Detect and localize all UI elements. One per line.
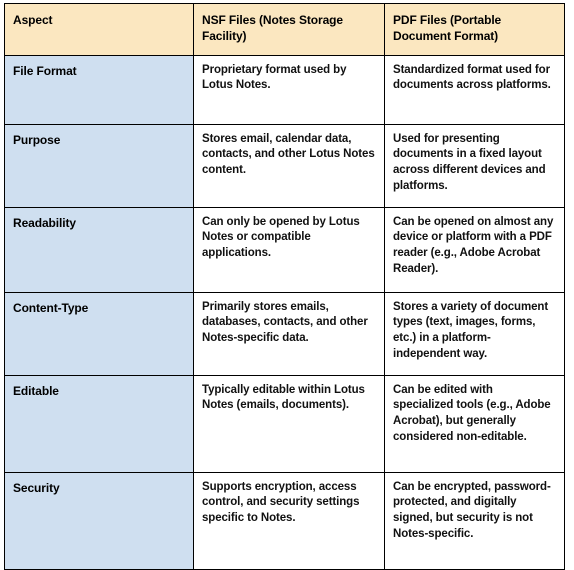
column-header-aspect: Aspect (4, 3, 194, 56)
table-row: Content-Type Primarily stores emails, da… (4, 291, 565, 376)
table-row: Security Supports encryption, access con… (4, 471, 565, 570)
table-row: Readability Can only be opened by Lotus … (4, 206, 565, 293)
table-row: File Format Proprietary format used by L… (4, 54, 565, 125)
cell-nsf: Typically editable within Lotus Notes (e… (193, 374, 385, 473)
cell-nsf: Supports encryption, access control, and… (193, 471, 385, 570)
cell-pdf: Stores a variety of document types (text… (384, 291, 565, 376)
nsf-vs-pdf-comparison-table: Aspect NSF Files (Notes Storage Facility… (4, 3, 565, 570)
cell-pdf: Used for presenting documents in a fixed… (384, 123, 565, 208)
cell-nsf: Stores email, calendar data, contacts, a… (193, 123, 385, 208)
cell-pdf: Can be opened on almost any device or pl… (384, 206, 565, 293)
table-header-row: Aspect NSF Files (Notes Storage Facility… (4, 3, 565, 56)
table-body: File Format Proprietary format used by L… (4, 54, 565, 570)
comparison-table-container: Aspect NSF Files (Notes Storage Facility… (4, 3, 565, 570)
cell-aspect: Readability (4, 206, 194, 293)
cell-aspect: Content-Type (4, 291, 194, 376)
column-header-nsf-files: NSF Files (Notes Storage Facility) (193, 3, 385, 56)
table-row: Purpose Stores email, calendar data, con… (4, 123, 565, 208)
cell-nsf: Primarily stores emails, databases, cont… (193, 291, 385, 376)
cell-nsf: Can only be opened by Lotus Notes or com… (193, 206, 385, 293)
cell-pdf: Can be edited with specialized tools (e.… (384, 374, 565, 473)
cell-aspect: Editable (4, 374, 194, 473)
cell-nsf: Proprietary format used by Lotus Notes. (193, 54, 385, 125)
cell-pdf: Standardized format used for documents a… (384, 54, 565, 125)
cell-pdf: Can be encrypted, password-protected, an… (384, 471, 565, 570)
cell-aspect: Purpose (4, 123, 194, 208)
cell-aspect: File Format (4, 54, 194, 125)
table-header: Aspect NSF Files (Notes Storage Facility… (4, 3, 565, 56)
column-header-pdf-files: PDF Files (Portable Document Format) (384, 3, 565, 56)
cell-aspect: Security (4, 471, 194, 570)
table-row: Editable Typically editable within Lotus… (4, 374, 565, 473)
